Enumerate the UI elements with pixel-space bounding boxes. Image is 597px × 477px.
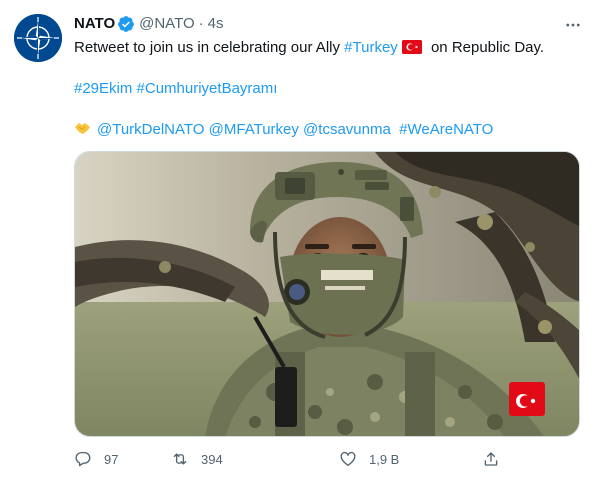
retweet-count: 394: [201, 451, 223, 467]
turkey-flag-icon: [401, 40, 422, 54]
hashtag-cumhuriyetbayrami-link[interactable]: #CumhuriyetBayramı: [137, 80, 278, 97]
separator-dot: ·: [198, 15, 204, 32]
like-count: 1,9 B: [369, 451, 400, 467]
tweet-text-segment: on Republic Day.: [426, 39, 545, 56]
more-icon: [566, 23, 580, 27]
like-button[interactable]: 1,9 B: [339, 449, 399, 469]
tweet-actions: 97 394 1,9 B: [74, 449, 504, 469]
tweet-header: NATO @NATO · 4s: [74, 14, 223, 34]
tweet-timestamp[interactable]: 4s: [208, 14, 224, 34]
share-icon: [484, 452, 498, 466]
heart-icon: [340, 451, 356, 467]
handshake-emoji-icon: [74, 121, 91, 136]
nato-compass-logo-icon: [14, 14, 62, 62]
reply-button[interactable]: 97: [74, 449, 118, 469]
nato-avatar[interactable]: [14, 14, 62, 62]
reply-icon: [75, 451, 91, 467]
retweet-button[interactable]: 394: [171, 449, 223, 469]
hashtag-29ekim-link[interactable]: #29Ekim: [74, 80, 132, 97]
verified-badge-icon: [117, 15, 135, 33]
tweet-text-segment: Retweet to join us in celebrating our Al…: [74, 39, 345, 56]
mention-tcsavunma-link[interactable]: @tcsavunma: [303, 121, 391, 138]
share-button[interactable]: [482, 449, 500, 469]
soldier-photo-image: [75, 152, 579, 436]
tweet-text-line-1: Retweet to join us in celebrating our Al…: [74, 38, 544, 58]
author-handle[interactable]: @NATO: [139, 14, 195, 34]
hashtag-wearenato-link[interactable]: #WeAreNATO: [399, 121, 493, 138]
mention-mfaturkey-link[interactable]: @MFATurkey: [209, 121, 299, 138]
tweet[interactable]: NATO @NATO · 4s Retweet to join us in ce…: [0, 0, 597, 477]
reply-count: 97: [104, 451, 119, 467]
tweet-photo[interactable]: [74, 151, 580, 437]
author-name[interactable]: NATO: [74, 14, 115, 34]
mention-turkdelnato-link[interactable]: @TurkDelNATO: [97, 121, 204, 138]
tweet-text-line-2: #29Ekim #CumhuriyetBayramı: [74, 79, 277, 99]
tweet-text-line-3: @TurkDelNATO @MFATurkey @tcsavunma #WeAr…: [74, 120, 493, 140]
retweet-icon: [173, 453, 187, 465]
hashtag-turkey-link[interactable]: #Turkey: [344, 39, 398, 56]
more-options-button[interactable]: [562, 14, 584, 36]
